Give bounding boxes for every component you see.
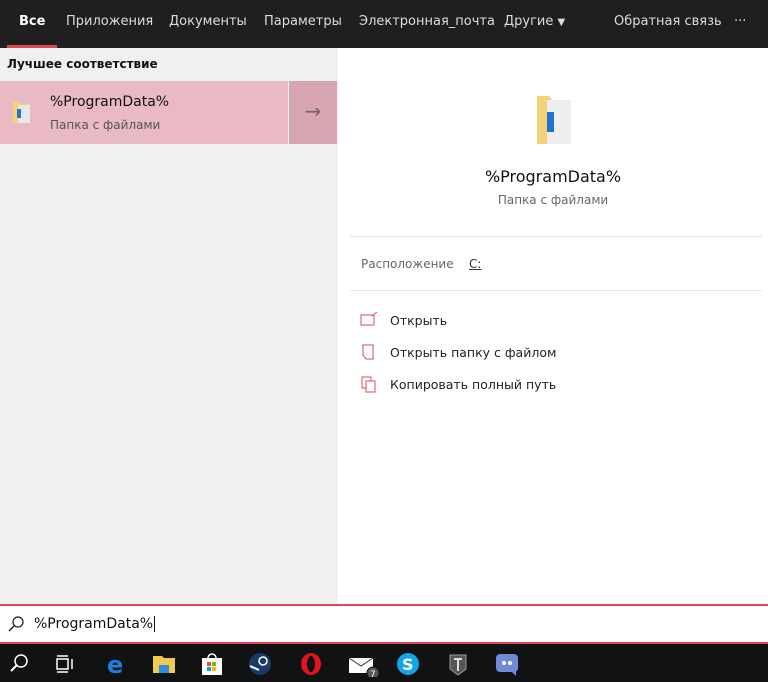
detail-title: %ProgramData% <box>484 167 622 186</box>
open-folder-icon <box>362 344 374 360</box>
mail-icon[interactable]: 7 <box>347 651 381 677</box>
action-label: Открыть <box>390 313 448 328</box>
steam-icon[interactable] <box>247 651 273 677</box>
search-box[interactable]: %ProgramData% <box>0 604 768 644</box>
results-panel: Лучшее соответствие %ProgramData% Папка … <box>0 48 338 604</box>
open-icon <box>360 311 378 326</box>
location-link[interactable]: C: <box>469 257 481 271</box>
feedback-button[interactable]: Обратная связь <box>614 0 722 48</box>
skype-icon[interactable]: S <box>395 651 421 677</box>
tab-other[interactable]: Другие ▼ <box>504 0 565 48</box>
svg-text:S: S <box>402 655 414 674</box>
action-label: Копировать полный путь <box>390 377 557 392</box>
section-heading: Лучшее соответствие <box>7 57 158 71</box>
store-icon[interactable] <box>199 651 225 677</box>
tab-all[interactable]: Все <box>6 0 59 48</box>
search-input[interactable]: %ProgramData% <box>34 616 156 632</box>
tab-email[interactable]: Электронная_почта <box>359 0 495 48</box>
folder-icon <box>13 102 30 123</box>
best-match-title: %ProgramData% <box>50 94 170 110</box>
search-icon <box>8 616 24 632</box>
tab-other-label: Другие <box>504 14 554 29</box>
more-button[interactable]: ··· <box>734 0 746 48</box>
tab-apps[interactable]: Приложения <box>66 0 153 48</box>
divider <box>350 236 762 237</box>
filter-tabs-bar: Все Приложения Документы Параметры Элект… <box>0 0 768 48</box>
edge-icon[interactable]: e <box>104 651 130 677</box>
copy-icon <box>361 376 376 393</box>
best-match-subtitle: Папка с файлами <box>50 118 161 132</box>
divider <box>350 290 762 291</box>
folder-large-icon <box>537 96 571 144</box>
action-label: Открыть папку с файлом <box>390 345 557 360</box>
taskbar: e 7 S <box>0 644 768 682</box>
svg-text:e: e <box>107 651 123 677</box>
arrow-right-icon[interactable]: → <box>289 81 337 144</box>
opera-icon[interactable] <box>298 651 324 677</box>
detail-subtitle: Папка с файлами <box>497 193 609 207</box>
location-label: Расположение <box>361 257 454 271</box>
tab-documents[interactable]: Документы <box>169 0 247 48</box>
task-view-icon[interactable] <box>52 651 78 677</box>
tab-settings[interactable]: Параметры <box>264 0 342 48</box>
file-explorer-icon[interactable] <box>151 651 177 677</box>
caret-down-icon: ▼ <box>557 17 566 28</box>
detail-panel: %ProgramData% Папка с файлами Расположен… <box>338 48 768 604</box>
world-of-tanks-icon[interactable] <box>445 651 471 677</box>
search-icon[interactable] <box>6 651 32 677</box>
mail-badge: 7 <box>370 670 376 677</box>
discord-icon[interactable] <box>494 651 520 677</box>
best-match-item[interactable]: %ProgramData% Папка с файлами <box>0 81 288 144</box>
